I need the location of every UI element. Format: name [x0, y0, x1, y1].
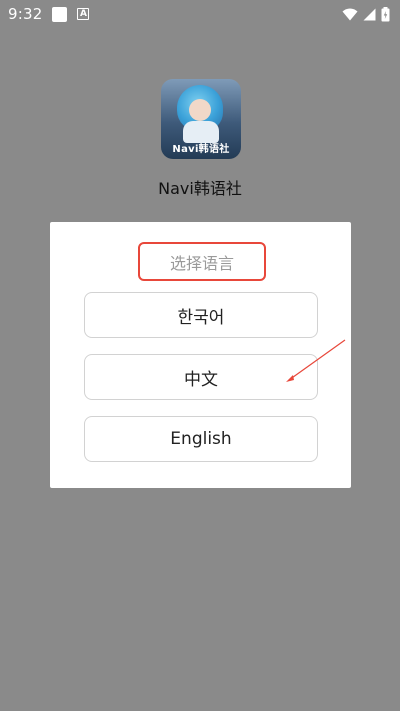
app-name: Navi韩语社 — [158, 179, 242, 198]
logo-caption: Navi韩语社 — [172, 144, 230, 155]
status-left: 9:32 A — [8, 5, 90, 23]
language-option-chinese[interactable]: 中文 — [84, 354, 318, 400]
signal-icon — [363, 8, 376, 21]
notification-a-icon: A — [77, 8, 90, 20]
status-right — [342, 6, 390, 22]
language-option-korean[interactable]: 한국어 — [84, 292, 318, 338]
battery-icon — [381, 6, 390, 22]
wifi-icon — [342, 8, 358, 21]
dialog-title: 选择语言 — [138, 242, 266, 281]
app-logo: Navi韩语社 — [161, 79, 241, 159]
status-time: 9:32 — [8, 5, 43, 23]
status-bar: 9:32 A — [0, 0, 400, 28]
language-option-english[interactable]: English — [84, 416, 318, 462]
notification-square-icon — [52, 6, 68, 22]
logo-character-face — [189, 99, 211, 121]
